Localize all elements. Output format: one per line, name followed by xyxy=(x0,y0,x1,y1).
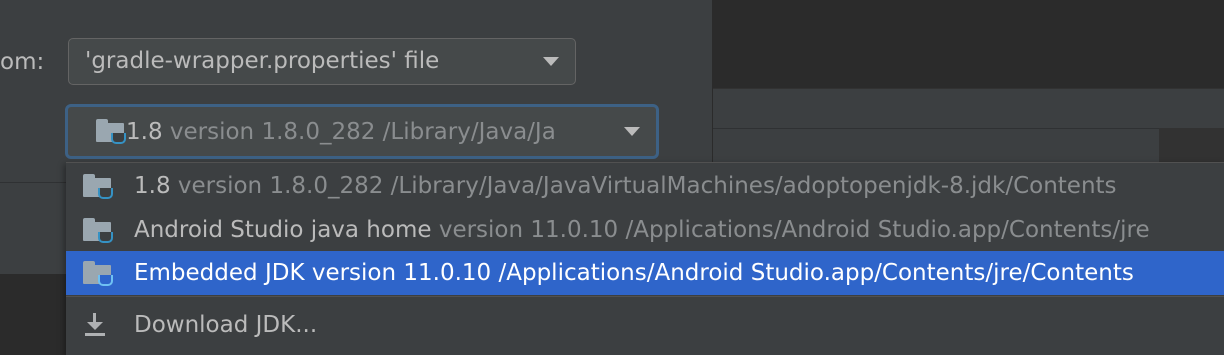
jdk-option-detail: version 11.0.10 /Applications/Android St… xyxy=(304,260,1134,286)
chevron-down-icon xyxy=(624,127,640,136)
jdk-detail: version 1.8.0_282 /Library/Java/Ja xyxy=(162,119,556,145)
background-panel xyxy=(713,0,1224,88)
jdk-folder-icon xyxy=(96,119,126,144)
jdk-folder-icon xyxy=(83,174,113,199)
background-panel xyxy=(0,274,66,354)
chevron-down-icon xyxy=(543,57,559,66)
jdk-name: 1.8 xyxy=(126,119,163,145)
jdk-option-detail: version 11.0.10 /Applications/Android St… xyxy=(431,217,1150,243)
download-icon xyxy=(84,311,106,337)
gradle-jdk-combobox[interactable]: 1.8 version 1.8.0_282 /Library/Java/Ja xyxy=(65,104,659,159)
jdk-option-detail: version 1.8.0_282 /Library/Java/JavaVirt… xyxy=(170,173,1117,199)
divider xyxy=(66,296,1224,297)
jdk-option-name: 1.8 xyxy=(134,173,171,199)
background-panel xyxy=(1159,128,1224,162)
jdk-folder-icon xyxy=(83,218,113,243)
jdk-folder-icon xyxy=(83,261,113,286)
download-jdk-option[interactable]: Download JDK... xyxy=(134,303,317,347)
gradle-source-combobox[interactable]: 'gradle-wrapper.properties' file xyxy=(68,38,576,85)
jdk-option-name: Embedded JDK xyxy=(134,260,305,286)
background-panel xyxy=(713,88,1224,129)
background-panel xyxy=(713,128,1159,163)
jdk-dropdown-popup: 1.8 version 1.8.0_282 /Library/Java/Java… xyxy=(66,162,1224,355)
gradle-source-value: 'gradle-wrapper.properties' file xyxy=(85,48,440,74)
jdk-option-name: Android Studio java home xyxy=(134,217,432,243)
use-gradle-from-label: om: xyxy=(0,49,45,75)
jdk-option-android-studio-java-home[interactable]: Android Studio java home version 11.0.10… xyxy=(66,208,1224,252)
jdk-option-embedded-jdk[interactable]: Embedded JDK version 11.0.10 /Applicatio… xyxy=(66,251,1224,295)
jdk-option-1-8[interactable]: 1.8 version 1.8.0_282 /Library/Java/Java… xyxy=(66,164,1224,208)
